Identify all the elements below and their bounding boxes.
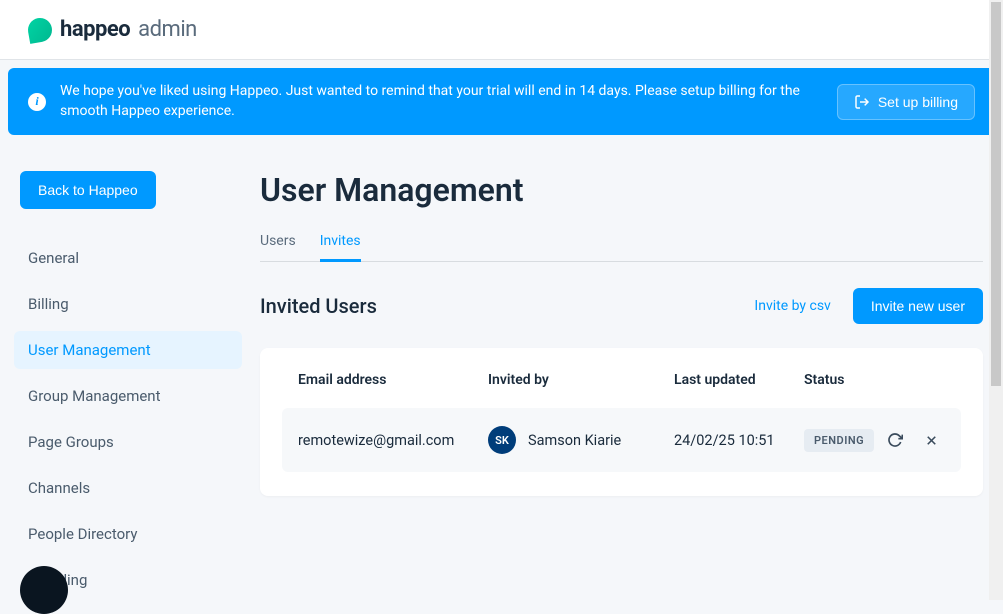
brand-suffix: admin (138, 17, 197, 42)
setup-billing-label: Set up billing (878, 94, 958, 110)
sidebar-item-billing[interactable]: Billing (14, 285, 242, 323)
happeo-logo-icon (26, 16, 54, 44)
sidebar-item-people-directory[interactable]: People Directory (14, 515, 242, 553)
sidebar-item-channels[interactable]: Channels (14, 469, 242, 507)
invite-new-user-button[interactable]: Invite new user (853, 288, 983, 324)
cell-email: remotewize@gmail.com (298, 432, 488, 449)
avatar: SK (488, 426, 516, 454)
col-status: Status (804, 372, 945, 388)
scrollbar-thumb[interactable] (991, 2, 1001, 386)
col-last-updated: Last updated (674, 372, 804, 388)
tabs: Users Invites (260, 233, 983, 262)
brand-name: happeo (60, 17, 130, 42)
section-header: Invited Users Invite by csv Invite new u… (260, 288, 983, 324)
col-email: Email address (298, 372, 488, 388)
banner-text: We hope you've liked using Happeo. Just … (60, 82, 823, 121)
cell-last-updated: 24/02/25 10:51 (674, 432, 804, 449)
scrollbar[interactable] (989, 0, 1003, 600)
invite-by-csv-link[interactable]: Invite by csv (754, 298, 830, 314)
sidebar: Back to Happeo General Billing User Mana… (8, 143, 248, 607)
main-content: User Management Users Invites Invited Us… (248, 143, 995, 607)
trial-banner: i We hope you've liked using Happeo. Jus… (8, 68, 995, 135)
back-to-happeo-button[interactable]: Back to Happeo (20, 171, 156, 209)
topbar: happeo admin (0, 0, 1003, 60)
help-widget[interactable] (20, 566, 68, 614)
logo[interactable]: happeo admin (28, 17, 197, 42)
sidebar-item-general[interactable]: General (14, 239, 242, 277)
exit-icon (854, 94, 870, 110)
inviter-name: Samson Kiarie (528, 432, 621, 449)
cell-invited-by: SK Samson Kiarie (488, 426, 674, 454)
section-title: Invited Users (260, 294, 377, 318)
sidebar-item-page-groups[interactable]: Page Groups (14, 423, 242, 461)
table-header: Email address Invited by Last updated St… (282, 372, 961, 408)
close-icon[interactable] (922, 431, 940, 449)
setup-billing-button[interactable]: Set up billing (837, 84, 975, 120)
page-title: User Management (260, 171, 983, 209)
sidebar-item-group-management[interactable]: Group Management (14, 377, 242, 415)
col-invited-by: Invited by (488, 372, 674, 388)
tab-users[interactable]: Users (260, 233, 296, 261)
cell-status: PENDING (804, 429, 945, 452)
info-icon: i (28, 93, 46, 111)
invited-users-card: Email address Invited by Last updated St… (260, 348, 983, 496)
sidebar-item-user-management[interactable]: User Management (14, 331, 242, 369)
tab-invites[interactable]: Invites (320, 233, 361, 261)
refresh-icon[interactable] (886, 431, 904, 449)
status-badge: PENDING (804, 429, 874, 452)
table-row: remotewize@gmail.com SK Samson Kiarie 24… (282, 408, 961, 472)
